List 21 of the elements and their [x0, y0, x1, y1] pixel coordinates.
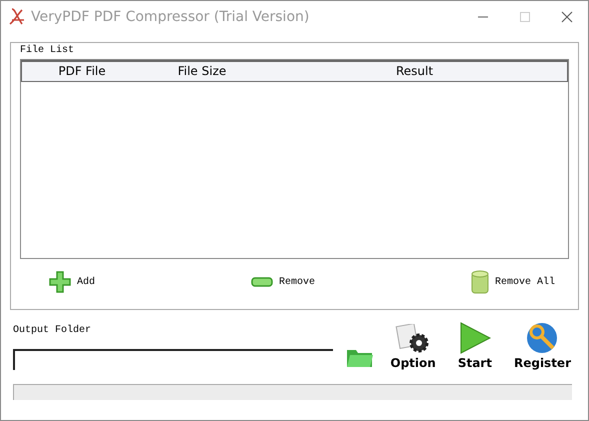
column-header[interactable]: Result — [262, 62, 567, 81]
close-icon[interactable] — [561, 11, 573, 23]
remove-button[interactable]: Remove — [250, 276, 315, 288]
register-button[interactable]: Register — [514, 322, 571, 370]
remove-all-button[interactable]: Remove All — [470, 270, 555, 294]
key-icon — [525, 322, 560, 354]
start-button[interactable]: Start — [458, 322, 492, 370]
play-icon — [458, 322, 491, 354]
output-folder-label: Output Folder — [13, 325, 92, 336]
group-title: File List — [20, 45, 76, 56]
add-button[interactable]: Add — [49, 271, 96, 293]
pdf-logo-icon — [9, 8, 25, 26]
bin-icon — [470, 270, 489, 294]
window-title: VeryPDF PDF Compressor (Trial Version) — [31, 9, 310, 25]
plus-icon — [49, 271, 71, 293]
option-button[interactable]: Option — [390, 324, 436, 370]
column-header[interactable]: PDF File — [22, 62, 142, 81]
minus-icon — [250, 277, 273, 287]
gear-icon — [395, 324, 432, 354]
file-list[interactable]: PDF File File Size Result — [20, 59, 569, 259]
column-header[interactable]: File Size — [142, 62, 262, 81]
